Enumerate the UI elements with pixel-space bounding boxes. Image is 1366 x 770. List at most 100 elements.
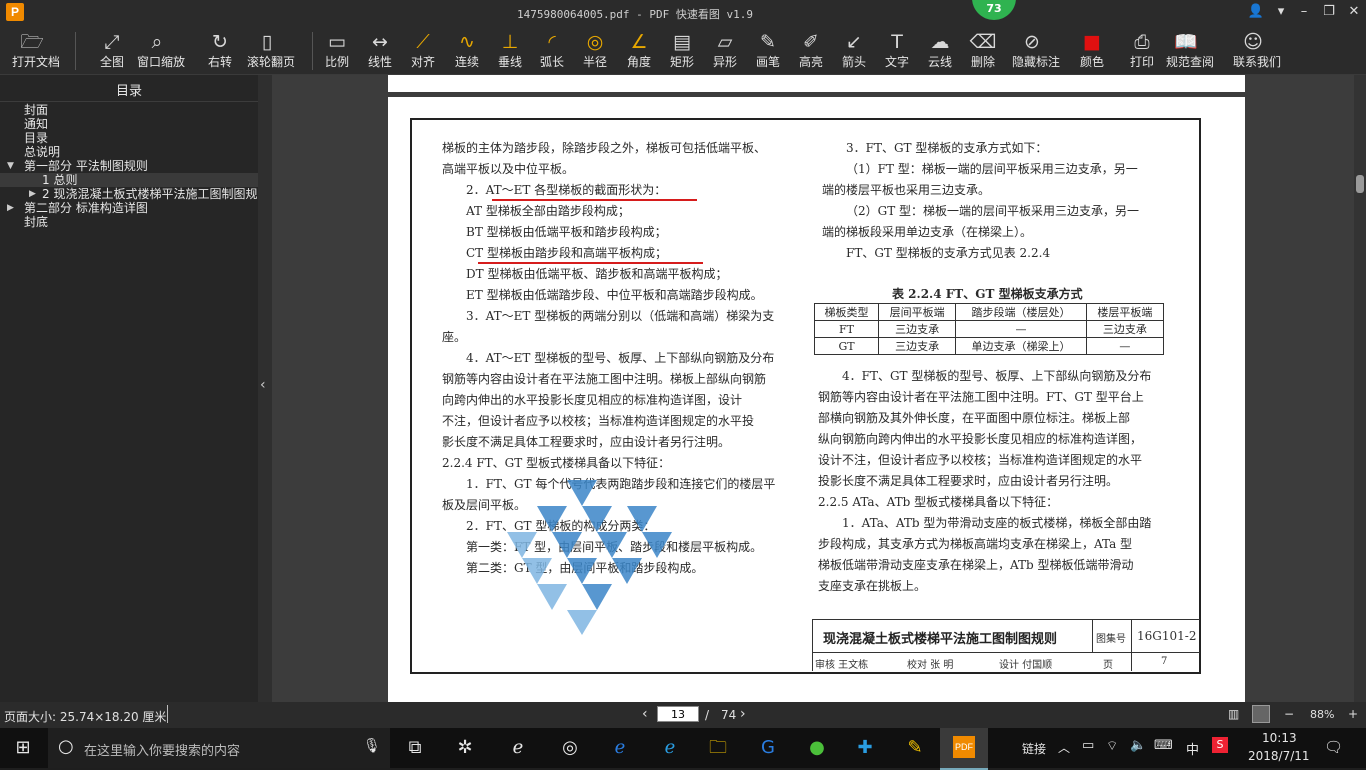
ie-browser-icon[interactable]: ℯ: [503, 736, 533, 760]
toolbar-folder-button[interactable]: 🗁 打开文档: [12, 30, 60, 70]
toolbar-text-button[interactable]: T 文字: [877, 30, 917, 70]
chevron-up-icon[interactable]: ︿: [1058, 739, 1070, 756]
clock-time[interactable]: 10:13: [1262, 731, 1297, 745]
toolbar-fullview-button[interactable]: ⤢ 全图: [92, 30, 132, 70]
toolbar-scale-button[interactable]: ▭ 比例: [317, 30, 357, 70]
toolbar-print-button[interactable]: ⎙ 打印: [1122, 30, 1162, 70]
task-view-icon[interactable]: ⧉: [400, 736, 430, 760]
toc-item[interactable]: 总说明: [0, 145, 258, 159]
windows-start-icon[interactable]: ⊞: [8, 736, 38, 760]
toc-item[interactable]: ▶ 2 现浇混凝土板式楼梯平法施工图制图规: [0, 187, 258, 201]
highlight-icon: ✐: [803, 31, 819, 53]
toc-item[interactable]: ▼ 第一部分 平法制图规则: [0, 159, 258, 173]
restore-icon[interactable]: ❐: [1318, 4, 1340, 19]
zoom-icon: ⌕: [151, 31, 163, 53]
toolbar-label: 连续: [454, 55, 479, 69]
minimize-icon[interactable]: –: [1293, 4, 1315, 19]
red-underline: [492, 199, 697, 201]
ime-indicator[interactable]: 中: [1186, 739, 1199, 758]
toolbar-angle-button[interactable]: ∠ 角度: [619, 30, 659, 70]
toolbar-rotate-button[interactable]: ↻ 右转: [200, 30, 240, 70]
single-page-icon[interactable]: [1252, 705, 1270, 723]
chevron-right-icon[interactable]: ▶: [29, 187, 36, 201]
toc-item[interactable]: 目录: [0, 131, 258, 145]
toolbar-zoom-button[interactable]: ⌕ 窗口缩放: [137, 30, 185, 70]
toc-item[interactable]: 封面: [0, 103, 258, 117]
table-cell: —: [955, 320, 1087, 338]
keyboard-icon[interactable]: ⌨: [1154, 738, 1173, 753]
toc-item[interactable]: ▶ 第二部分 标准构造详图: [0, 201, 258, 215]
chevron-right-icon[interactable]: ▶: [7, 201, 14, 215]
doc-line: 部横向钢筋及其外伸长度，在平面图中原位标注。梯板上部: [818, 411, 1131, 425]
sogou-icon[interactable]: S: [1212, 737, 1228, 753]
table-row: GT 三边支承 单边支承（梯梁上） —: [814, 337, 1165, 355]
toc-item[interactable]: 1 总则: [0, 173, 258, 187]
toolbar-linear-button[interactable]: ↔ 线性: [360, 30, 400, 70]
drawing-title-block: 现浇混凝土板式楼梯平法施工图制图规则 图集号 16G101-2 审核 王文栋 校…: [812, 619, 1200, 671]
toolbar-eraser-button[interactable]: ⌫ 删除: [963, 30, 1003, 70]
toolbar-highlight-button[interactable]: ✐ 高亮: [791, 30, 831, 70]
toolbar-contact-button[interactable]: ☺ 联系我们: [1233, 30, 1281, 70]
toolbar-label: 打印: [1129, 55, 1154, 69]
align-icon: ⟋: [416, 31, 430, 53]
blue-app-icon[interactable]: ✚: [850, 736, 880, 760]
toolbar-arc-button[interactable]: ◜ 弧长: [532, 30, 572, 70]
dual-page-icon[interactable]: ▥: [1228, 707, 1239, 721]
close-icon[interactable]: ✕: [1343, 4, 1365, 19]
search-box[interactable]: ○ 在这里输入你要搜索的内容 🎙: [48, 728, 390, 768]
menu-dropdown-icon[interactable]: ▾: [1270, 4, 1292, 19]
toolbar-rectangle-button[interactable]: ▤ 矩形: [662, 30, 702, 70]
wifi-icon[interactable]: ⌔: [1106, 738, 1118, 754]
toolbar-cloud-button[interactable]: ☁ 云线: [920, 30, 960, 70]
toolbar-mouse-button[interactable]: ▯ 滚轮翻页: [247, 30, 295, 70]
clock-date[interactable]: 2018/7/11: [1248, 749, 1310, 763]
scroll-thumb[interactable]: [1356, 175, 1364, 193]
sidebar-collapse-handle[interactable]: ‹: [258, 75, 272, 702]
toolbar-color-button[interactable]: ■ 颜色: [1072, 30, 1112, 70]
next-page-icon[interactable]: ›: [740, 706, 746, 722]
toolbar-perpendicular-button[interactable]: ⊥ 垂线: [490, 30, 530, 70]
g-app-icon[interactable]: G: [753, 736, 783, 760]
doc-line: 设计不注，但设计者应予以校核；当标准构造详图规定的水平: [818, 453, 1143, 467]
internet-explorer-icon[interactable]: ℯ: [655, 736, 685, 760]
vertical-scrollbar[interactable]: [1354, 75, 1366, 702]
edge-icon[interactable]: ℯ: [605, 736, 635, 760]
zoom-in-button[interactable]: +: [1348, 707, 1358, 721]
pdf-app-taskbar-item[interactable]: PDF: [940, 728, 988, 770]
doc-line: 纵向钢筋向跨内伸出的水平投影长度见相应的标准构造详图，: [818, 432, 1143, 446]
microphone-icon[interactable]: 🎙: [363, 738, 381, 754]
toolbar-label: 全图: [99, 55, 124, 69]
toolbar-polygon-button[interactable]: ▱ 异形: [705, 30, 745, 70]
browser-icon[interactable]: ◎: [555, 736, 585, 760]
volume-icon[interactable]: 🔈: [1130, 738, 1146, 753]
link-label[interactable]: 链接: [1022, 740, 1046, 757]
pinwheel-app-icon[interactable]: ✲: [450, 736, 480, 760]
toc-item[interactable]: 封底: [0, 215, 258, 229]
file-explorer-icon[interactable]: 🗀: [703, 736, 733, 760]
table-cell: FT: [814, 320, 879, 338]
toolbar-book-button[interactable]: 📖 规范查阅: [1166, 30, 1214, 70]
toc-item-label: 第一部分 平法制图规则: [24, 159, 148, 173]
toc-item[interactable]: 通知: [0, 117, 258, 131]
document-viewer[interactable]: 梯板的主体为踏步段，除踏步段之外，梯板可包括低端平板、 高端平板以及中位平板。 2．…: [272, 75, 1366, 702]
green-app-icon[interactable]: ●: [802, 736, 832, 760]
drawing-title: 现浇混凝土板式楼梯平法施工图制图规则: [823, 632, 1058, 647]
chevron-down-icon[interactable]: ▼: [7, 159, 14, 173]
battery-icon[interactable]: ▭: [1082, 738, 1094, 753]
notes-app-icon[interactable]: ✎: [900, 736, 930, 760]
zoom-out-button[interactable]: −: [1284, 707, 1294, 721]
toolbar-align-button[interactable]: ⟋ 对齐: [403, 30, 443, 70]
table-cell: 三边支承: [877, 320, 957, 338]
user-icon[interactable]: 👤: [1245, 4, 1267, 19]
doc-line: 梯板的主体为踏步段，除踏步段之外，梯板可包括低端平板、: [442, 141, 767, 155]
toolbar-label: 异形: [712, 55, 737, 69]
toolbar-radius-button[interactable]: ◎ 半径: [575, 30, 615, 70]
toolbar-pen-button[interactable]: ✎ 画笔: [748, 30, 788, 70]
doc-line: ET 型梯板由低端踏步段、中位平板和高端踏步段构成。: [466, 288, 763, 302]
toolbar-arrow-button[interactable]: ↙ 箭头: [834, 30, 874, 70]
prev-page-icon[interactable]: ‹: [642, 706, 648, 722]
notification-center-icon[interactable]: 🗨: [1324, 738, 1343, 756]
toolbar-hide-button[interactable]: ⊘ 隐藏标注: [1012, 30, 1060, 70]
toolbar-continuous-button[interactable]: ∿ 连续: [447, 30, 487, 70]
page-number-input[interactable]: [657, 706, 699, 722]
